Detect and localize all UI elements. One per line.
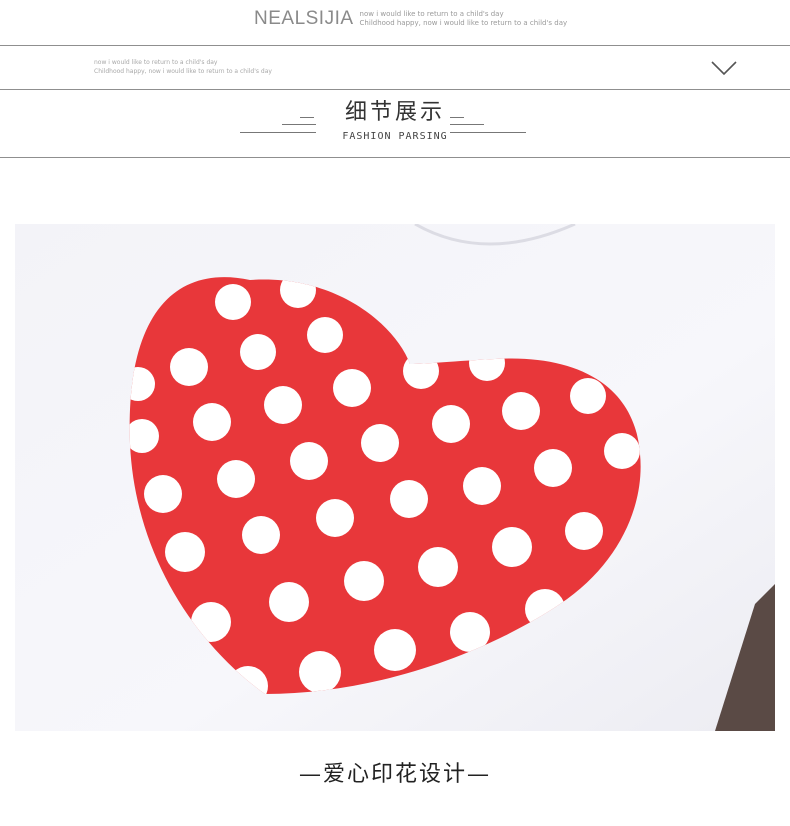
brand-tagline-line-2: Childhood happy, now i would like to ret… — [359, 19, 568, 27]
chevron-down-icon[interactable] — [711, 60, 737, 76]
title-decoration-left — [300, 117, 314, 118]
brand-name: NEALSIJIA — [254, 8, 354, 29]
brand-header: NEALSIJIA now i would like to return to … — [254, 4, 567, 34]
product-photo — [15, 224, 775, 731]
sub-header-divider — [0, 89, 790, 90]
header-divider — [0, 45, 790, 46]
sub-tagline: now i would like to return to a child's … — [94, 58, 272, 76]
title-decoration-right — [450, 117, 464, 118]
title-decoration-left-2 — [282, 124, 316, 125]
section-subtitle: FASHION PARSING — [342, 131, 448, 142]
brand-tagline-line-1: now i would like to return to a child's … — [359, 10, 504, 18]
section-divider — [0, 157, 790, 158]
product-caption: —爱心印花设计— — [298, 762, 491, 787]
sub-tagline-line-2: Childhood happy, now i would like to ret… — [94, 68, 272, 75]
brand-tagline: now i would like to return to a child's … — [360, 10, 568, 28]
title-decoration-right-2 — [450, 124, 484, 125]
polka-dot-heart-print — [15, 224, 775, 731]
sub-tagline-line-1: now i would like to return to a child's … — [94, 59, 218, 66]
section-title: 细节展示 — [344, 100, 445, 125]
